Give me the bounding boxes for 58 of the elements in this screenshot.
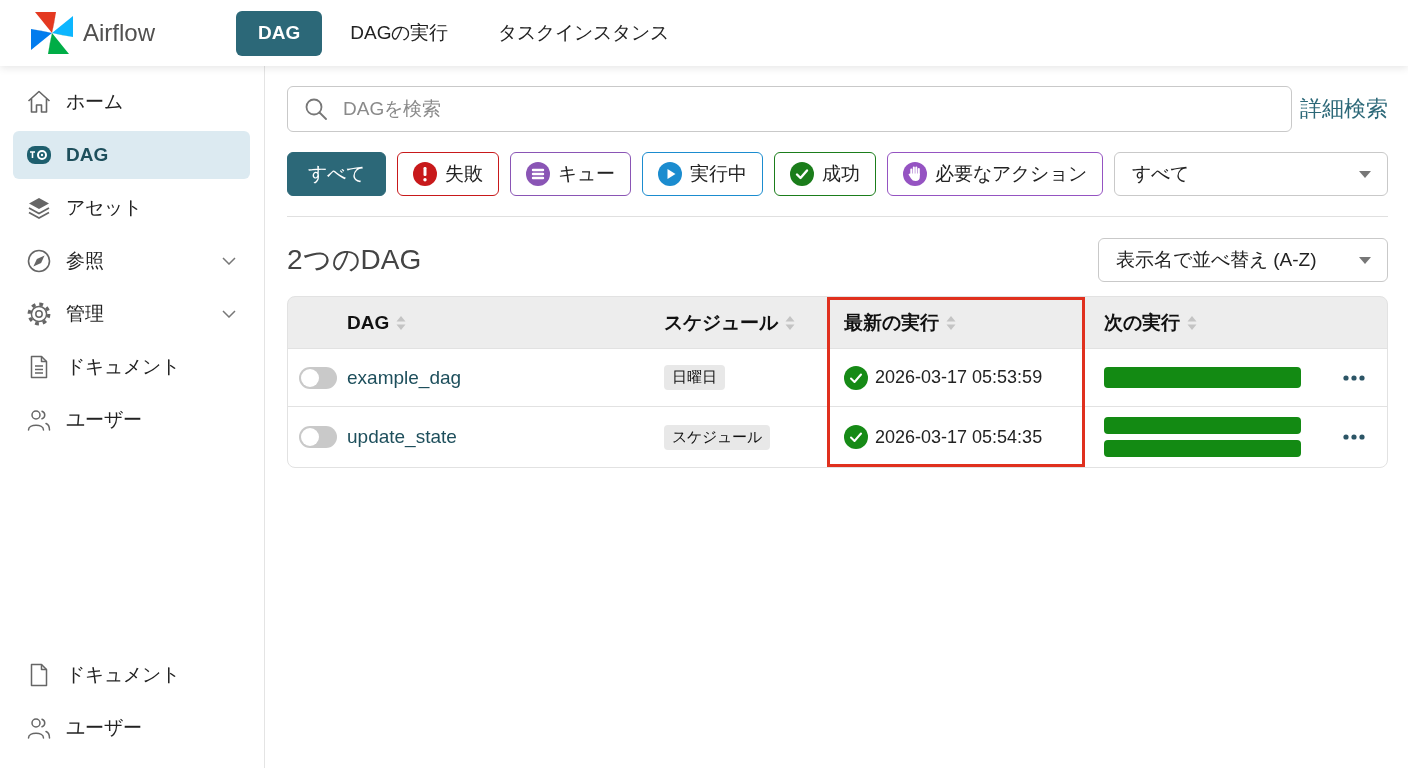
sort-icon <box>396 314 407 331</box>
column-header[interactable]: 最新の実行 <box>844 309 956 336</box>
layers-icon <box>27 196 51 220</box>
check-circle-icon <box>790 162 814 186</box>
filter-button[interactable]: キュー <box>510 152 631 196</box>
sidebar-item[interactable]: ドキュメント <box>13 651 250 699</box>
column-header[interactable]: スケジュール <box>664 309 795 336</box>
sidebar-item[interactable]: ユーザー <box>13 704 250 752</box>
filter-button[interactable]: 失敗 <box>397 152 499 196</box>
advanced-search-link[interactable]: 詳細検索 <box>1300 94 1388 124</box>
error-icon <box>413 162 437 186</box>
sort-icon <box>785 314 795 331</box>
compass-icon <box>27 249 51 273</box>
app-name: Airflow <box>83 19 155 47</box>
schedule-label: スケジュール <box>664 424 770 450</box>
settings-icon <box>27 302 51 326</box>
users-icon <box>27 716 51 740</box>
schedule-label: 日曜日 <box>664 365 725 390</box>
sidebar-item[interactable]: 管理 <box>13 290 250 338</box>
sidebar-item[interactable]: DAG <box>13 131 250 179</box>
sort-dropdown[interactable]: 表示名で並べ替え (A-Z) <box>1098 238 1388 282</box>
play-icon <box>658 162 682 186</box>
toggle-switch[interactable] <box>299 426 337 448</box>
caret-down-icon <box>1359 256 1371 264</box>
hand-icon <box>903 162 927 186</box>
sidebar-item[interactable]: アセット <box>13 184 250 232</box>
dag-count-heading: 2つのDAG <box>287 243 422 277</box>
last-run-time: 2026-03-17 05:54:35 <box>875 426 1043 448</box>
last-run-time: 2026-03-17 05:53:59 <box>875 367 1043 388</box>
home-icon <box>27 90 51 114</box>
dag-icon <box>27 143 51 167</box>
caret-down-icon <box>1359 170 1371 178</box>
sort-icon <box>946 314 956 331</box>
nav-tab[interactable]: DAGの実行 <box>325 10 474 56</box>
toggle-switch[interactable] <box>299 366 337 389</box>
column-header[interactable]: 次の実行 <box>1104 309 1197 336</box>
sidebar-item[interactable]: ドキュメント <box>13 343 250 391</box>
sidebar-item[interactable]: ホーム <box>13 78 250 126</box>
column-header[interactable]: DAG <box>347 311 407 334</box>
sort-icon <box>1187 314 1197 331</box>
sidebar-item[interactable]: ユーザー <box>13 396 250 444</box>
list-icon <box>526 162 550 186</box>
filter-button[interactable]: 成功 <box>774 152 876 196</box>
dag-name-link[interactable]: example_dag <box>347 366 462 389</box>
more-icon[interactable] <box>1343 374 1365 381</box>
pinwheel-logo <box>29 10 75 56</box>
search-field[interactable]: DAGを検索 <box>287 86 1292 132</box>
search-icon <box>305 98 327 120</box>
filter-dropdown[interactable]: すべて <box>1114 152 1388 196</box>
users-icon <box>27 408 51 432</box>
sidebar-item[interactable]: 参照 <box>13 237 250 285</box>
nav-tab[interactable]: DAG <box>236 10 323 56</box>
dag-name-link[interactable]: update_state <box>347 426 457 448</box>
filter-button[interactable]: 実行中 <box>642 152 763 196</box>
filter-button[interactable]: すべて <box>287 152 386 196</box>
filter-button[interactable]: 必要なアクション <box>887 152 1103 196</box>
nav-tab[interactable]: タスクインスタンス <box>473 10 695 56</box>
more-icon[interactable] <box>1343 434 1365 440</box>
